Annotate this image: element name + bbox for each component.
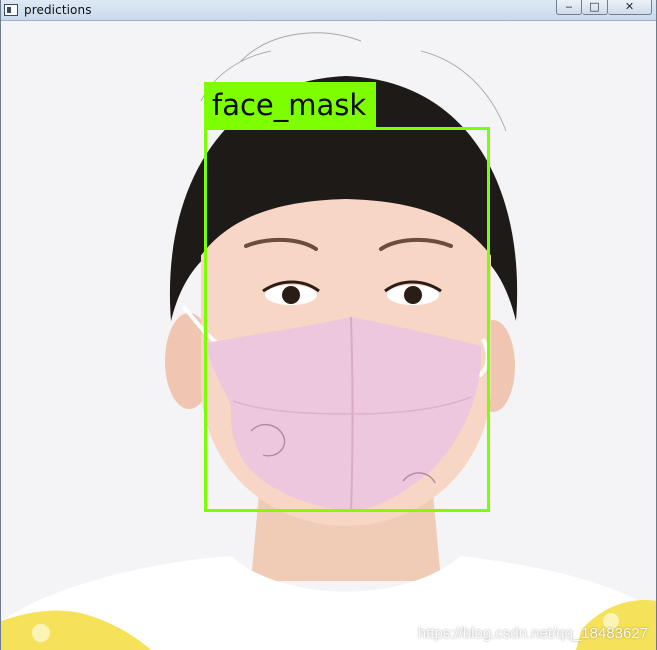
title-bar[interactable]: predictions ‒ □ ✕: [1, 0, 656, 21]
minimize-button[interactable]: ‒: [556, 0, 582, 15]
close-button[interactable]: ✕: [608, 0, 652, 15]
detection-label: face_mask: [204, 82, 377, 129]
minimize-icon: ‒: [565, 0, 573, 13]
maximize-button[interactable]: □: [582, 0, 608, 15]
window-controls: ‒ □ ✕: [556, 0, 652, 15]
prediction-image: face_mask https://blog.csdn.net/qq_18483…: [1, 21, 656, 650]
watermark: https://blog.csdn.net/qq_18483627: [417, 625, 648, 642]
window-title: predictions: [24, 3, 92, 17]
detection-bounding-box: [204, 127, 490, 512]
predictions-window: predictions ‒ □ ✕ face_mask https://blog…: [0, 0, 657, 650]
maximize-icon: □: [589, 0, 600, 13]
close-icon: ✕: [624, 0, 635, 13]
app-icon: [4, 4, 18, 16]
